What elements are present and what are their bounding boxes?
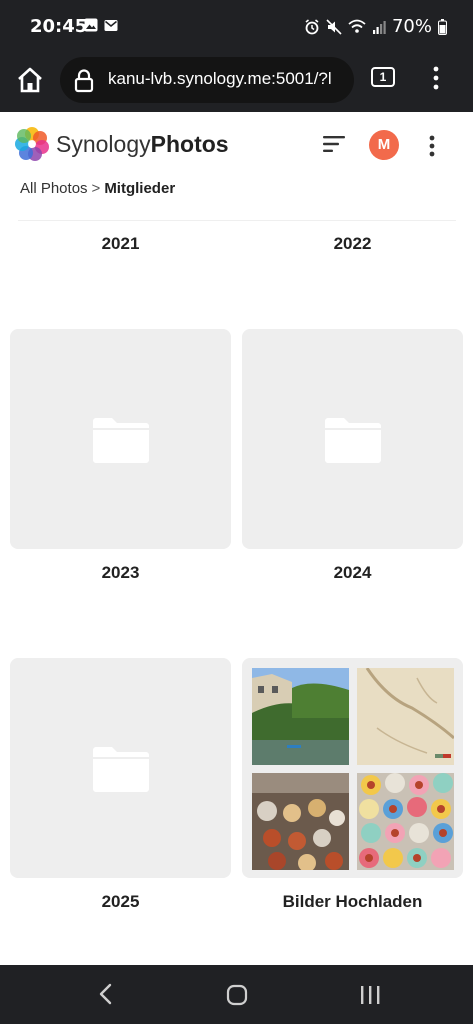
- photo-thumbnail: [357, 668, 454, 765]
- battery-percent: 70%: [391, 16, 432, 37]
- status-notification-icons: [84, 18, 119, 32]
- brand-bold: Photos: [150, 131, 229, 157]
- system-navigation-bar: [0, 965, 473, 1024]
- status-system-icons: 70%: [304, 16, 447, 37]
- alarm-icon: [305, 18, 319, 34]
- more-options-icon[interactable]: [428, 134, 436, 158]
- breadcrumb: All Photos > Mitglieder: [20, 180, 175, 197]
- folder-tile-2024[interactable]: [242, 329, 463, 549]
- user-avatar[interactable]: M: [369, 130, 399, 160]
- folder-tile-2025[interactable]: [10, 658, 231, 878]
- home-button-icon[interactable]: [226, 984, 248, 1006]
- synology-photos-logo-icon[interactable]: [14, 126, 50, 162]
- folder-icon: [325, 418, 381, 463]
- sort-icon[interactable]: [322, 134, 346, 154]
- lock-icon[interactable]: [74, 69, 94, 93]
- brand-light: Synology: [56, 131, 151, 157]
- status-time: 20:45: [30, 16, 88, 37]
- folder-label-2022[interactable]: 2022: [242, 234, 463, 254]
- mail-icon: [104, 20, 118, 31]
- brand-name: SynologyPhotos: [56, 131, 229, 158]
- browser-toolbar: kanu-lvb.synology.me:5001/?l 1: [0, 52, 473, 112]
- tab-switcher-button[interactable]: 1: [371, 67, 395, 87]
- folder-label-2024[interactable]: 2024: [242, 563, 463, 583]
- grid-top-divider: [18, 220, 456, 221]
- battery-icon: [438, 18, 447, 35]
- folder-icon: [93, 418, 149, 463]
- back-icon[interactable]: [96, 983, 116, 1005]
- photo-thumbnail: [252, 773, 349, 870]
- folder-tile-2023[interactable]: [10, 329, 231, 549]
- signal-icon: [372, 20, 386, 34]
- album-thumbnail-mosaic: [252, 668, 454, 870]
- breadcrumb-root[interactable]: All Photos: [20, 180, 88, 197]
- folder-label-2025[interactable]: 2025: [10, 892, 231, 912]
- recent-apps-icon[interactable]: [358, 985, 382, 1005]
- photo-thumbnail: [252, 668, 349, 765]
- home-icon[interactable]: [14, 64, 46, 96]
- status-bar: 20:45 70%: [0, 0, 473, 52]
- url-text[interactable]: kanu-lvb.synology.me:5001/?l: [108, 69, 348, 89]
- app-header: SynologyPhotos M All Photos > Mitglieder: [0, 112, 473, 212]
- breadcrumb-current: Mitglieder: [104, 180, 176, 197]
- album-tile-bilder-hochladen[interactable]: [242, 658, 463, 878]
- folder-icon: [93, 747, 149, 792]
- wifi-icon: [348, 19, 366, 33]
- image-icon: [84, 18, 98, 32]
- breadcrumb-separator: >: [91, 180, 101, 197]
- folder-label-2021[interactable]: 2021: [10, 234, 231, 254]
- address-bar[interactable]: kanu-lvb.synology.me:5001/?l: [60, 57, 354, 103]
- browser-menu-icon[interactable]: [432, 65, 440, 91]
- mute-icon: [326, 18, 342, 35]
- album-label-bilder-hochladen[interactable]: Bilder Hochladen: [242, 892, 463, 912]
- photo-thumbnail: [357, 773, 454, 870]
- folder-label-2023[interactable]: 2023: [10, 563, 231, 583]
